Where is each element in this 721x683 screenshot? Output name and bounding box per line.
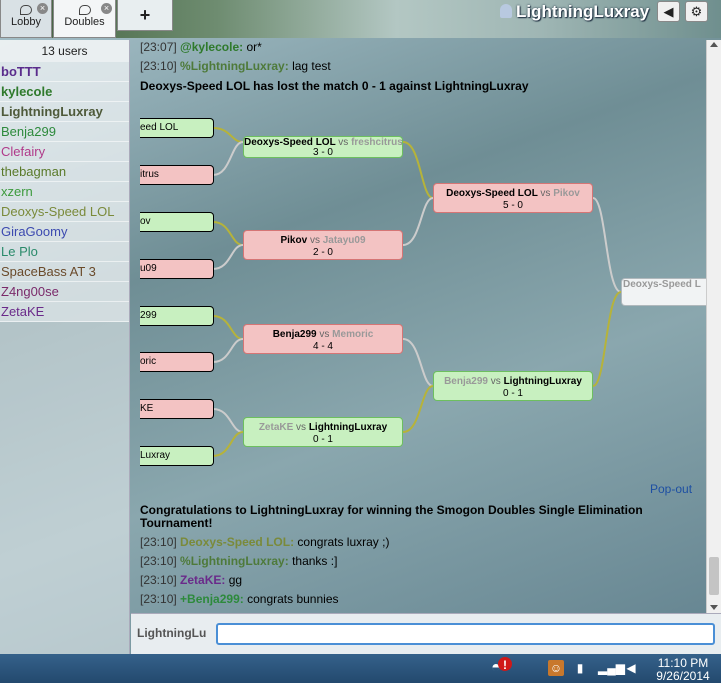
timestamp: [23:10] <box>140 59 177 73</box>
chat-username[interactable]: Deoxys-Speed LOL: <box>180 535 294 549</box>
chat-username[interactable]: %LightningLuxray: <box>180 59 289 73</box>
signal-icon[interactable]: ▂▄▆ <box>598 660 625 676</box>
popout-link[interactable]: Pop-out <box>650 482 692 496</box>
user-menu[interactable]: LightningLuxray <box>500 2 649 22</box>
scroll-down-icon[interactable] <box>710 605 718 610</box>
alert-icon[interactable]: ! <box>498 657 512 672</box>
bracket-leaf: itrus <box>140 165 214 185</box>
bracket-leaf: ov <box>140 212 214 232</box>
speaker-icon: ◀ <box>663 4 674 19</box>
bracket-final: Deoxys-Speed L <box>621 278 706 306</box>
user-list-item[interactable]: LightningLuxray <box>0 102 129 122</box>
match-result-notice: Deoxys-Speed LOL has lost the match 0 - … <box>140 79 529 93</box>
bracket-match: Pikov vs Jatayu09 2 - 0 <box>243 230 403 260</box>
volume-icon[interactable]: ◀ <box>623 660 639 676</box>
chat-log: [23:07] @kylecole: or* [23:10] %Lightnin… <box>131 40 706 613</box>
timestamp: [23:10] <box>140 535 177 549</box>
bracket-leaf: KE <box>140 399 214 419</box>
user-list-item[interactable]: Le Plo <box>0 242 129 262</box>
settings-button[interactable]: ⚙ <box>685 1 708 22</box>
timestamp: [23:10] <box>140 592 177 606</box>
bracket-leaf: u09 <box>140 259 214 279</box>
chat-message: [23:10] %LightningLuxray: thanks :] <box>140 554 337 568</box>
bracket-leaf: oric <box>140 352 214 372</box>
new-tab-button[interactable]: + <box>117 0 173 31</box>
user-list-item[interactable]: thebagman <box>0 162 129 182</box>
clock[interactable]: 11:10 PM 9/26/2014 <box>645 657 721 683</box>
chat-username[interactable]: %LightningLuxray: <box>180 554 289 568</box>
user-list-item[interactable]: SpaceBass AT 3 <box>0 262 129 282</box>
username: LightningLuxray <box>516 2 650 21</box>
user-count: 13 users <box>0 40 129 62</box>
bracket-match: Deoxys-Speed LOL vs Pikov 5 - 0 <box>433 183 593 213</box>
tournament-winner-notice: Congratulations to LightningLuxray for w… <box>140 503 643 530</box>
battery-icon[interactable]: ▮ <box>572 660 588 676</box>
gear-icon: ⚙ <box>690 4 703 19</box>
tournament-bracket: eed LOL itrus ov u09 299 oric KE Luxray … <box>131 106 706 496</box>
message-text: or* <box>246 40 262 54</box>
user-list: 13 users boTTT kylecole LightningLuxray Ben… <box>0 40 130 654</box>
chat-username[interactable]: @kylecole: <box>180 40 243 54</box>
tab-doubles-label: Doubles <box>64 16 105 28</box>
scroll-thumb[interactable] <box>709 557 719 595</box>
chat-input-bar: LightningLu <box>131 613 721 654</box>
sound-button[interactable]: ◀ <box>657 1 680 22</box>
app-icon[interactable]: ☺ <box>548 660 564 676</box>
chat-input[interactable] <box>216 623 715 645</box>
clock-date: 9/26/2014 <box>656 669 710 683</box>
chat-message: [23:10] Deoxys-Speed LOL: congrats luxra… <box>140 535 389 549</box>
input-username-label: LightningLu <box>137 626 207 640</box>
tab-doubles[interactable]: Doubles × <box>53 0 116 38</box>
user-list-item[interactable]: Benja299 <box>0 122 129 142</box>
tab-lobby[interactable]: Lobby × <box>0 0 52 38</box>
timestamp: [23:07] <box>140 40 177 54</box>
message-text: gg <box>228 573 243 587</box>
chat-message: [23:07] @kylecole: or* <box>140 40 262 54</box>
user-list-item[interactable]: Clefairy <box>0 142 129 162</box>
bracket-match: Benja299 vs LightningLuxray 0 - 1 <box>433 371 593 401</box>
user-list-item[interactable]: ZetaKE <box>0 302 129 322</box>
bracket-connectors <box>212 127 622 457</box>
chat-username[interactable]: +Benja299: <box>180 592 244 606</box>
chat-bubble-icon <box>20 5 32 15</box>
user-list-item[interactable]: kylecole <box>0 82 129 102</box>
chat-message: [23:10] %LightningLuxray: lag test <box>140 59 331 73</box>
bracket-match: Benja299 vs Memoric 4 - 4 <box>243 324 403 354</box>
bracket-match: ZetaKE vs LightningLuxray 0 - 1 <box>243 417 403 447</box>
message-text: congrats bunnies <box>247 592 339 606</box>
user-list-item[interactable]: xzern <box>0 182 129 202</box>
close-icon[interactable]: × <box>37 3 48 14</box>
bracket-match: Deoxys-Speed LOL vs freshcitrus 3 - 0 <box>243 136 403 158</box>
chat-bubble-icon <box>78 5 91 15</box>
taskbar: ◓ ! ☺ ▮ ▂▄▆ ◀ 11:10 PM 9/26/2014 <box>0 654 721 683</box>
user-list-item[interactable]: Deoxys-Speed LOL <box>0 202 129 222</box>
chat-username[interactable]: ZetaKE: <box>180 573 225 587</box>
user-list-item[interactable]: GiraGoomy <box>0 222 129 242</box>
chat-message: [23:10] ZetaKE: gg <box>140 573 242 587</box>
chat-scrollbar[interactable] <box>706 40 721 613</box>
user-list-item[interactable]: boTTT <box>0 62 129 82</box>
message-text: congrats luxray ;) <box>297 535 390 549</box>
close-icon[interactable]: × <box>101 3 112 14</box>
timestamp: [23:10] <box>140 554 177 568</box>
user-icon <box>500 4 512 18</box>
user-list-item[interactable]: Z4ng00se <box>0 282 129 302</box>
chat-message: [23:10] +Benja299: congrats bunnies <box>140 592 339 606</box>
message-text: thanks :] <box>292 554 338 568</box>
bracket-leaf: 299 <box>140 306 214 326</box>
bracket-leaf: Luxray <box>140 446 214 466</box>
bracket-leaf: eed LOL <box>140 118 214 138</box>
message-text: lag test <box>292 59 331 73</box>
timestamp: [23:10] <box>140 573 177 587</box>
scroll-up-icon[interactable] <box>710 42 718 47</box>
tab-lobby-label: Lobby <box>11 16 41 28</box>
